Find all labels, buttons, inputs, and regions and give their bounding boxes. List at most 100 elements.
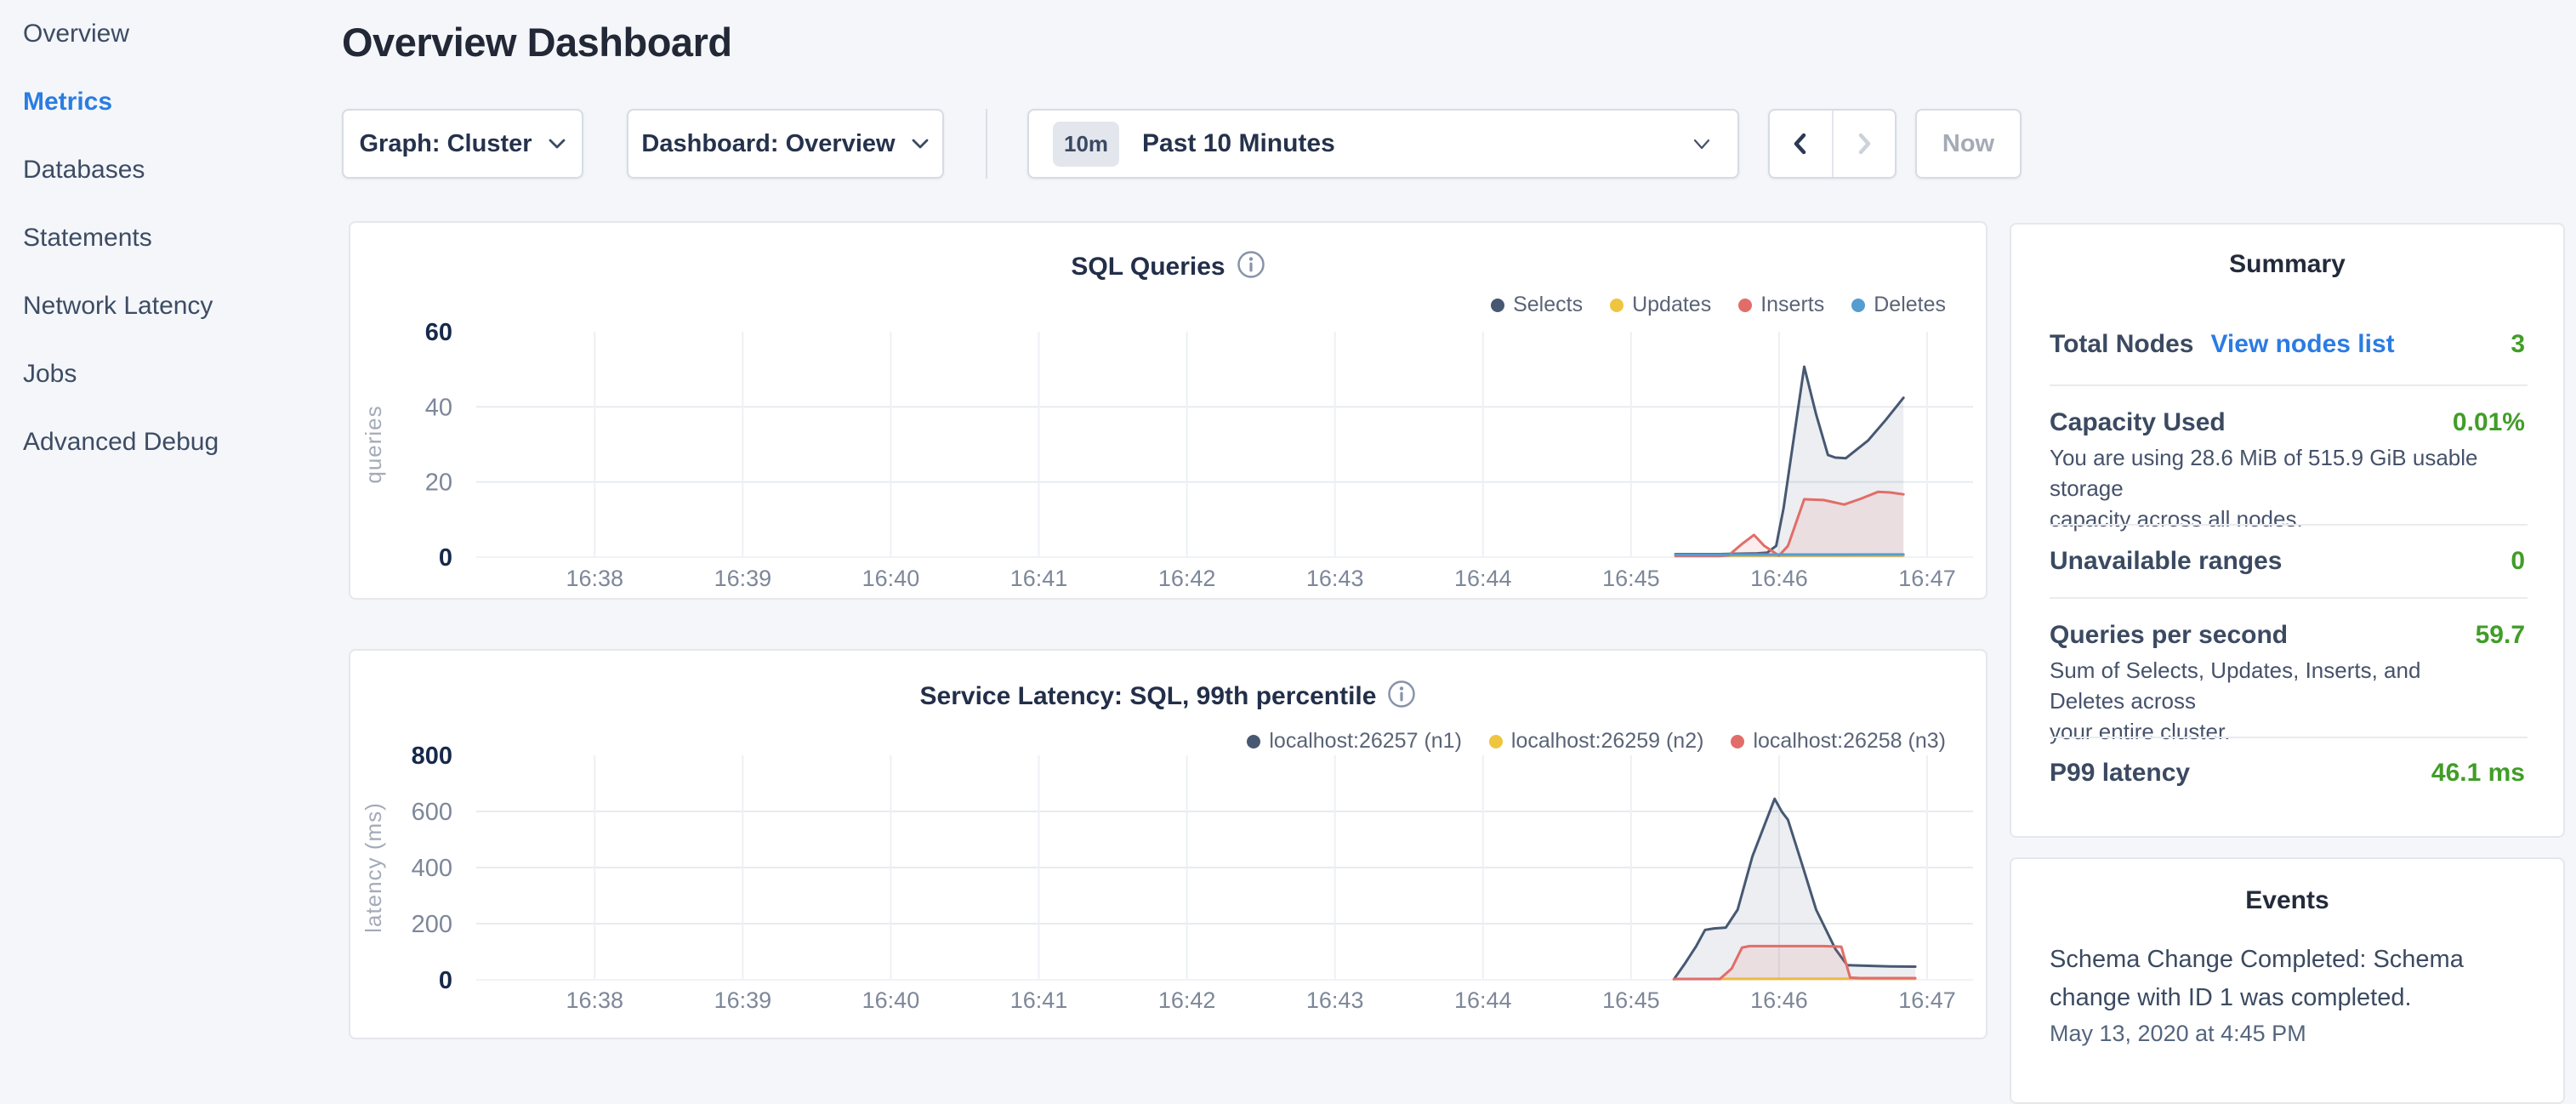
legend-item: Deletes — [1851, 293, 1946, 317]
svg-text:600: 600 — [412, 799, 452, 826]
svg-text:16:47: 16:47 — [1898, 987, 1956, 1013]
summary-row-value: 3 — [2511, 330, 2525, 359]
svg-text:16:47: 16:47 — [1898, 566, 1956, 591]
legend-dot-icon — [1491, 299, 1504, 312]
service-latency-plot: 16:3816:3916:4016:4116:4216:4316:4416:45… — [350, 740, 1986, 1039]
divider — [2050, 737, 2528, 738]
event-item-text[interactable]: Schema Change Completed: Schema change w… — [2050, 941, 2483, 1017]
chart-legend: Selects Updates Inserts Deletes — [1491, 293, 1946, 317]
time-step-buttons — [1768, 109, 1896, 179]
svg-text:16:41: 16:41 — [1010, 566, 1068, 591]
chevron-right-icon — [1851, 129, 1877, 158]
legend-dot-icon — [1851, 299, 1865, 312]
svg-text:16:44: 16:44 — [1454, 566, 1512, 591]
sql-queries-plot: 16:38 16:39 16:40 16:41 16:42 16:43 16:44 16:45… — [350, 319, 1986, 600]
now-button[interactable]: Now — [1915, 109, 2022, 179]
sql-queries-chart-card: SQL Queries Selects Updates Inserts Deletes… — [349, 221, 1987, 600]
graph-dropdown[interactable]: Graph: Cluster — [342, 109, 583, 179]
svg-text:16:46: 16:46 — [1750, 566, 1808, 591]
sidebar-item-network-latency[interactable]: Network Latency — [0, 272, 340, 340]
info-icon[interactable] — [1237, 250, 1265, 283]
view-nodes-list-link[interactable]: View nodes list — [2210, 330, 2394, 359]
service-latency-chart-card: Service Latency: SQL, 99th percentile lo… — [349, 649, 1987, 1039]
chart-title: Service Latency: SQL, 99th percentile — [920, 682, 1377, 711]
summary-row-value: 59.7 — [2476, 621, 2525, 650]
time-window-label: Past 10 Minutes — [1142, 129, 1335, 158]
summary-row-label: Unavailable ranges — [2050, 547, 2282, 576]
svg-text:60: 60 — [425, 319, 452, 346]
svg-text:16:43: 16:43 — [1306, 987, 1364, 1013]
summary-row-value: 46.1 ms — [2431, 759, 2525, 788]
svg-text:800: 800 — [412, 743, 452, 770]
sidebar-item-databases[interactable]: Databases — [0, 136, 340, 204]
info-icon[interactable] — [1387, 680, 1416, 713]
svg-text:16:39: 16:39 — [714, 566, 772, 591]
sidebar-item-metrics[interactable]: Metrics — [0, 68, 340, 136]
svg-text:16:44: 16:44 — [1454, 987, 1512, 1013]
chevron-down-icon — [911, 138, 930, 150]
events-panel: Events Schema Change Completed: Schema c… — [2010, 857, 2565, 1104]
svg-text:16:42: 16:42 — [1158, 987, 1216, 1013]
summary-row-subtext: Sum of Selects, Updates, Inserts, and De… — [2050, 655, 2496, 747]
svg-text:16:46: 16:46 — [1750, 987, 1808, 1013]
sidebar-item-advanced-debug[interactable]: Advanced Debug — [0, 408, 340, 476]
svg-text:16:43: 16:43 — [1306, 566, 1364, 591]
dashboard-dropdown[interactable]: Dashboard: Overview — [627, 109, 944, 179]
summary-row-label: Capacity Used — [2050, 408, 2226, 437]
svg-text:16:40: 16:40 — [862, 987, 920, 1013]
svg-text:400: 400 — [412, 855, 452, 882]
svg-text:0: 0 — [439, 544, 452, 572]
dashboard-dropdown-label: Dashboard: Overview — [641, 130, 895, 158]
svg-text:16:40: 16:40 — [862, 566, 920, 591]
time-step-back-button[interactable] — [1770, 111, 1832, 177]
legend-item: Inserts — [1738, 293, 1824, 317]
svg-text:16:45: 16:45 — [1602, 566, 1660, 591]
svg-text:16:45: 16:45 — [1602, 987, 1660, 1013]
svg-text:16:42: 16:42 — [1158, 566, 1216, 591]
svg-text:40: 40 — [425, 394, 452, 421]
sidebar-item-statements[interactable]: Statements — [0, 204, 340, 272]
summary-row-unavailable-ranges: Unavailable ranges 0 — [2050, 547, 2525, 576]
graph-dropdown-label: Graph: Cluster — [359, 130, 532, 158]
divider — [2050, 597, 2528, 599]
svg-text:16:38: 16:38 — [566, 566, 623, 591]
summary-row-p99-latency: P99 latency 46.1 ms — [2050, 759, 2525, 788]
summary-panel: Summary Total Nodes View nodes list 3 Ca… — [2010, 223, 2565, 838]
chart-title: SQL Queries — [1071, 253, 1225, 282]
summary-row-total-nodes: Total Nodes View nodes list 3 — [2050, 330, 2525, 359]
sidebar-item-overview[interactable]: Overview — [0, 0, 340, 68]
legend-item: Selects — [1491, 293, 1583, 317]
legend-label: Deletes — [1874, 293, 1946, 317]
chevron-down-icon — [548, 138, 566, 150]
svg-text:queries: queries — [361, 405, 386, 483]
summary-title: Summary — [2011, 250, 2563, 279]
divider — [2050, 524, 2528, 526]
time-window-selector[interactable]: 10m Past 10 Minutes — [1027, 109, 1739, 179]
legend-dot-icon — [1610, 299, 1624, 312]
summary-row-subtext: You are using 28.6 MiB of 515.9 GiB usab… — [2050, 442, 2496, 534]
summary-row-capacity-used: Capacity Used 0.01% — [2050, 408, 2525, 437]
legend-label: Updates — [1632, 293, 1711, 317]
legend-dot-icon — [1738, 299, 1752, 312]
event-item-timestamp: May 13, 2020 at 4:45 PM — [2050, 1021, 2306, 1047]
time-step-forward-button[interactable] — [1834, 111, 1896, 177]
legend-label: Selects — [1513, 293, 1583, 317]
sidebar-item-jobs[interactable]: Jobs — [0, 340, 340, 408]
svg-text:latency (ms): latency (ms) — [361, 802, 386, 933]
summary-row-value: 0.01% — [2453, 408, 2525, 437]
divider — [2050, 384, 2528, 386]
chevron-down-icon — [1692, 138, 1712, 151]
svg-text:200: 200 — [412, 911, 452, 938]
svg-text:16:38: 16:38 — [566, 987, 623, 1013]
legend-item: Updates — [1610, 293, 1711, 317]
svg-text:20: 20 — [425, 469, 452, 497]
summary-row-label: P99 latency — [2050, 759, 2190, 788]
legend-label: Inserts — [1760, 293, 1824, 317]
chevron-left-icon — [1788, 129, 1813, 158]
sidebar: Overview Metrics Databases Statements Ne… — [0, 0, 340, 1051]
summary-row-queries-per-second: Queries per second 59.7 — [2050, 621, 2525, 650]
svg-text:16:39: 16:39 — [714, 987, 772, 1013]
events-title: Events — [2011, 886, 2563, 915]
summary-row-value: 0 — [2511, 547, 2525, 576]
summary-row-label: Total Nodes — [2050, 330, 2193, 359]
